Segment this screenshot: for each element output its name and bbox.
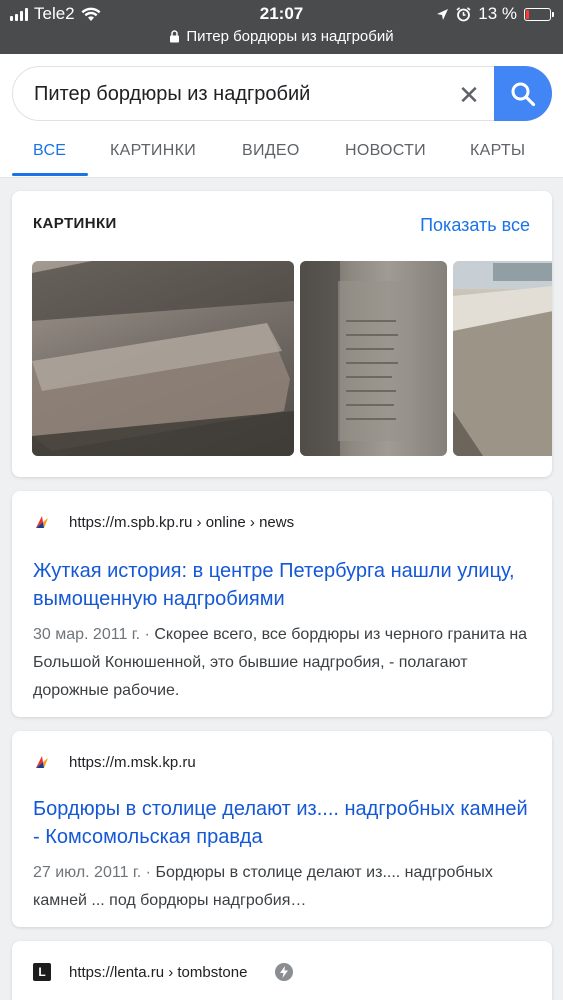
images-heading: КАРТИНКИ <box>33 215 117 232</box>
tombstone-curb-image <box>32 261 294 456</box>
search-tabs: ВСЕ КАРТИНКИ ВИДЕО НОВОСТИ КАРТЫ <box>0 130 563 178</box>
show-all-link[interactable]: Показать все <box>420 215 530 236</box>
street-curb-image <box>453 261 552 456</box>
result-title-link[interactable]: Бордюры в столице делают из.... надгробн… <box>33 795 533 851</box>
result-url: https://lenta.ru › tombstone <box>69 963 248 981</box>
search-result: https://m.spb.kp.ru › online › news Жутк… <box>12 491 552 717</box>
result-date: 30 мар. 2011 г. · <box>33 626 155 643</box>
search-button[interactable] <box>494 66 552 121</box>
tab-video[interactable]: ВИДЕО <box>242 142 300 160</box>
search-icon <box>511 82 536 106</box>
battery-icon <box>524 7 554 21</box>
amp-lightning-icon <box>275 963 294 981</box>
tab-all[interactable]: ВСЕ <box>33 142 66 160</box>
kp-favicon-icon <box>33 513 51 531</box>
result-url: https://m.msk.kp.ru <box>69 753 196 771</box>
image-thumbnail-3[interactable] <box>453 261 552 456</box>
status-bar: Tele2 21:07 13 % Питер бордюры из надгро… <box>0 0 563 54</box>
address-text: Питер бордюры из надгробий <box>186 28 394 45</box>
result-date: 27 июл. 2011 г. · <box>33 864 156 881</box>
result-source[interactable]: L https://lenta.ru › tombstone <box>33 963 294 981</box>
battery-percent: 13 % <box>478 4 517 23</box>
search-result: L https://lenta.ru › tombstone <box>12 941 552 1000</box>
kp-favicon-icon <box>33 753 51 771</box>
active-tab-indicator <box>12 173 88 176</box>
tab-maps[interactable]: КАРТЫ <box>470 142 525 160</box>
lock-icon <box>170 30 180 43</box>
images-card: КАРТИНКИ Показать все <box>12 191 552 477</box>
address-bar[interactable]: Питер бордюры из надгробий <box>0 28 563 45</box>
result-source[interactable]: https://m.spb.kp.ru › online › news <box>33 513 294 531</box>
search-input[interactable] <box>34 80 434 108</box>
location-icon <box>437 8 449 20</box>
alarm-icon <box>456 6 471 21</box>
result-snippet: 27 июл. 2011 г. · Бордюры в столице дела… <box>33 859 533 915</box>
search-box: ✕ <box>12 66 552 121</box>
clear-search-button[interactable]: ✕ <box>455 81 483 109</box>
search-result: https://m.msk.kp.ru Бордюры в столице де… <box>12 731 552 927</box>
result-source[interactable]: https://m.msk.kp.ru <box>33 753 196 771</box>
lenta-favicon-icon: L <box>33 963 51 981</box>
engraved-stone-image <box>300 261 408 456</box>
image-thumbnail-2[interactable] <box>300 261 447 456</box>
result-url: https://m.spb.kp.ru › online › news <box>69 513 295 531</box>
result-title-link[interactable]: Жуткая история: в центре Петербурга нашл… <box>33 557 533 613</box>
tab-images[interactable]: КАРТИНКИ <box>110 142 196 160</box>
tab-news[interactable]: НОВОСТИ <box>345 142 426 160</box>
result-snippet: 30 мар. 2011 г. · Скорее всего, все борд… <box>33 621 533 705</box>
search-header: ✕ ВСЕ КАРТИНКИ ВИДЕО НОВОСТИ КАРТЫ <box>0 54 563 178</box>
image-thumbnail-1[interactable] <box>32 261 294 456</box>
